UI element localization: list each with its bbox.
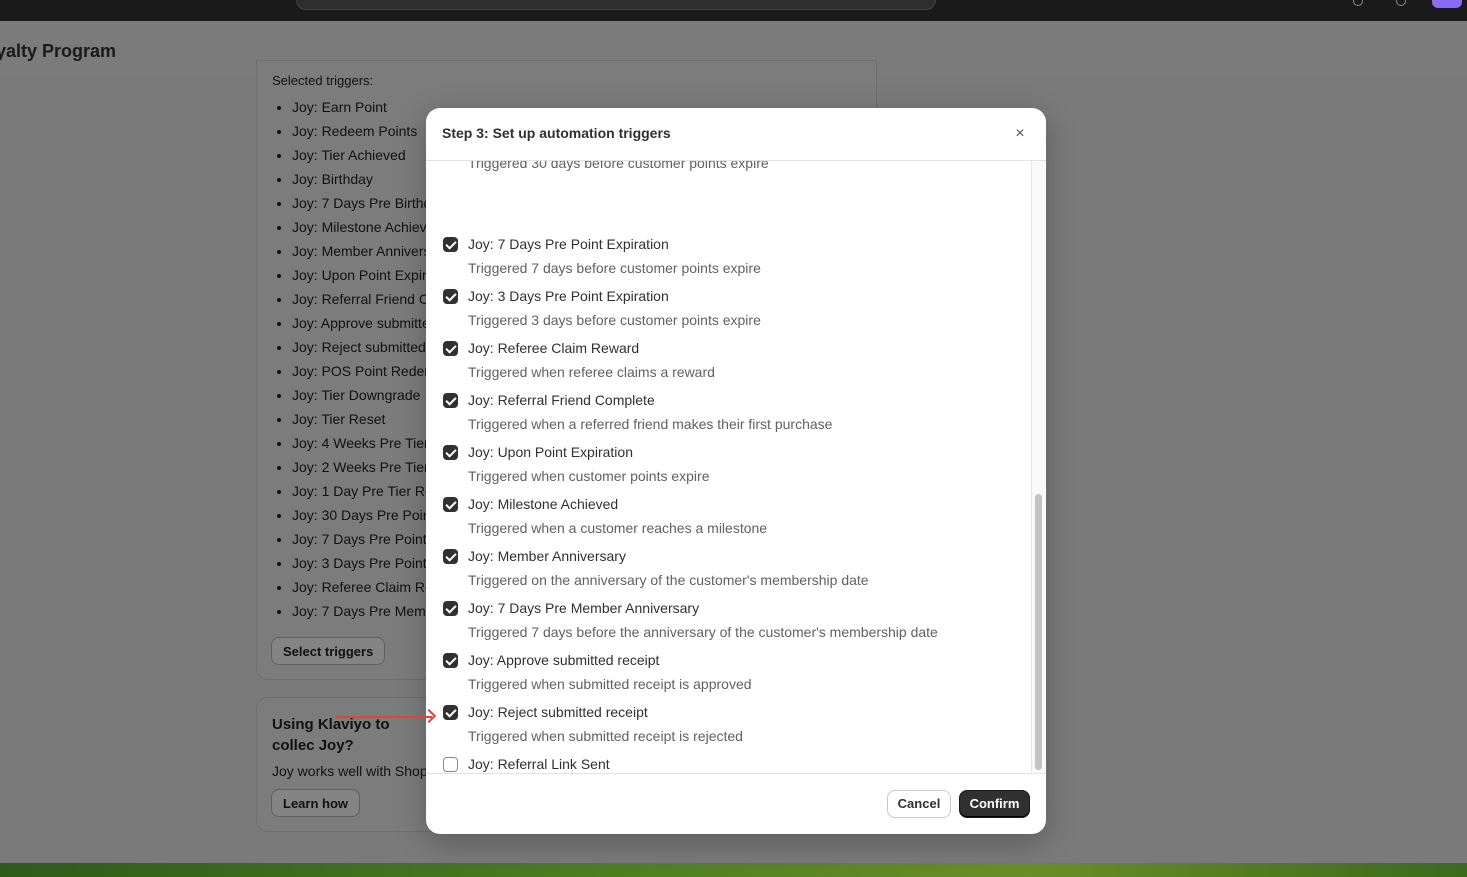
trigger-name[interactable]: Joy: 3 Days Pre Point Expiration [468,288,669,304]
trigger-name[interactable]: Joy: Referee Claim Reward [468,340,639,356]
notification-icon[interactable] [1353,0,1363,6]
trigger-name[interactable]: Joy: Milestone Achieved [468,496,618,512]
selected-trigger-item: Joy: POS Point Redem [292,361,436,385]
checkbox-checked[interactable] [443,341,458,356]
page-title: yalty Program [0,41,117,61]
trigger-item-partial: Triggered 30 days before customer points… [426,161,1026,207]
selected-trigger-item: Joy: 7 Days Pre Birthd [292,193,436,217]
selected-trigger-item: Joy: Member Annivers [292,241,436,265]
trigger-name[interactable]: Joy: Referral Friend Complete [468,392,655,408]
selected-trigger-item: Joy: Referee Claim Re [292,577,436,601]
trigger-item[interactable]: Joy: Referral Link SentTriggered when a … [426,727,1026,773]
scrollbar-thumb[interactable] [1035,494,1042,770]
trigger-item[interactable]: Joy: 7 Days Pre Member Anniversary Trigge… [426,571,1026,640]
trigger-item[interactable]: Joy: Referral Friend Complete Triggered w… [426,363,1026,432]
selected-trigger-item: Joy: Birthday [292,169,436,193]
selected-trigger-item: Joy: 2 Weeks Pre Tier [292,457,436,481]
trigger-item[interactable]: Joy: Upon Point Expiration Triggered when… [426,415,1026,484]
select-triggers-button[interactable]: Select triggers [271,637,386,665]
checkbox-checked[interactable] [443,601,458,616]
selected-trigger-item: Joy: Tier Achieved [292,145,436,169]
klaviyo-heading: Using Klaviyo to collec Joy? [272,716,390,754]
trigger-name[interactable]: Joy: Referral Link Sent [468,756,610,772]
selected-trigger-item: Joy: Milestone Achiev [292,217,436,241]
trigger-name[interactable]: Joy: Reject submitted receipt [468,704,648,720]
selected-trigger-item: Joy: 1 Day Pre Tier Re [292,481,436,505]
trigger-item[interactable]: Joy: Member Anniversary Triggered on the … [426,519,1026,588]
automation-triggers-modal: Step 3: Set up automation triggers × Tri… [426,108,1046,834]
selected-trigger-item: Joy: 4 Weeks Pre Tier [292,433,436,457]
selected-trigger-item: Joy: 7 Days Pre Point [292,529,436,553]
checkbox-checked[interactable] [443,497,458,512]
confirm-button[interactable]: Confirm [959,790,1030,818]
selected-trigger-item: Joy: Redeem Points [292,121,436,145]
selected-trigger-item: Joy: Reject submitted [292,337,436,361]
selected-trigger-item: Joy: Tier Downgrade [292,385,436,409]
trigger-item[interactable]: Joy: Reject submitted receipt Triggered w… [426,675,1026,744]
trigger-description: Triggered 30 days before customer points… [468,161,769,171]
checkbox-checked[interactable] [443,653,458,668]
selected-triggers-list: Joy: Earn PointJoy: Redeem PointsJoy: Ti… [272,97,436,625]
selected-trigger-item: Joy: 30 Days Pre Poin [292,505,436,529]
learn-how-button[interactable]: Learn how [271,789,361,817]
trigger-item[interactable]: Joy: 7 Days Pre Point Expiration Triggere… [426,207,1026,276]
cancel-button[interactable]: Cancel [887,790,951,818]
bottom-banner [0,863,1467,877]
trigger-item[interactable]: Joy: Approve submitted receipt Triggered … [426,623,1026,692]
klaviyo-body: Joy works well with Shop [272,763,428,779]
selected-trigger-item: Joy: Tier Reset [292,409,436,433]
checkbox-checked[interactable] [443,289,458,304]
annotation-arrow [336,716,432,718]
selected-trigger-item: Joy: Referral Friend C [292,289,436,313]
trigger-item[interactable]: Joy: 3 Days Pre Point Expiration Triggere… [426,259,1026,328]
trigger-name[interactable]: Joy: 7 Days Pre Point Expiration [468,236,669,252]
trigger-item[interactable]: Joy: Referee Claim Reward Triggered when … [426,311,1026,380]
checkbox-checked[interactable] [443,445,458,460]
modal-body[interactable]: Triggered 30 days before customer points… [426,161,1046,773]
global-search-input[interactable] [296,0,936,10]
checkbox-checked[interactable] [443,705,458,720]
avatar[interactable] [1432,0,1462,8]
checkbox-checked[interactable] [443,549,458,564]
modal-footer: Cancel Confirm [426,773,1046,834]
selected-trigger-item: Joy: Approve submitte [292,313,436,337]
help-icon[interactable] [1396,0,1406,6]
modal-title: Step 3: Set up automation triggers [442,125,671,141]
selected-trigger-item: Joy: 7 Days Pre Memb [292,601,436,625]
checkbox-checked[interactable] [443,393,458,408]
selected-triggers-label: Selected triggers: [272,73,374,88]
modal-header: Step 3: Set up automation triggers × [426,108,1046,161]
trigger-name[interactable]: Joy: Member Anniversary [468,548,626,564]
checkbox-checked[interactable] [443,237,458,252]
trigger-list: Triggered 30 days before customer points… [426,161,1026,773]
close-icon[interactable]: × [1010,124,1030,144]
trigger-name[interactable]: Joy: 7 Days Pre Member Anniversary [468,600,699,616]
trigger-name[interactable]: Joy: Approve submitted receipt [468,652,659,668]
top-bar [0,0,1467,21]
trigger-name[interactable]: Joy: Upon Point Expiration [468,444,633,460]
selected-trigger-item: Joy: Earn Point [292,97,436,121]
trigger-item[interactable]: Joy: Milestone Achieved Triggered when a … [426,467,1026,536]
selected-trigger-item: Joy: 3 Days Pre Point [292,553,436,577]
checkbox-unchecked[interactable] [443,757,458,772]
selected-trigger-item: Joy: Upon Point Expira [292,265,436,289]
scrollbar[interactable] [1031,161,1045,773]
